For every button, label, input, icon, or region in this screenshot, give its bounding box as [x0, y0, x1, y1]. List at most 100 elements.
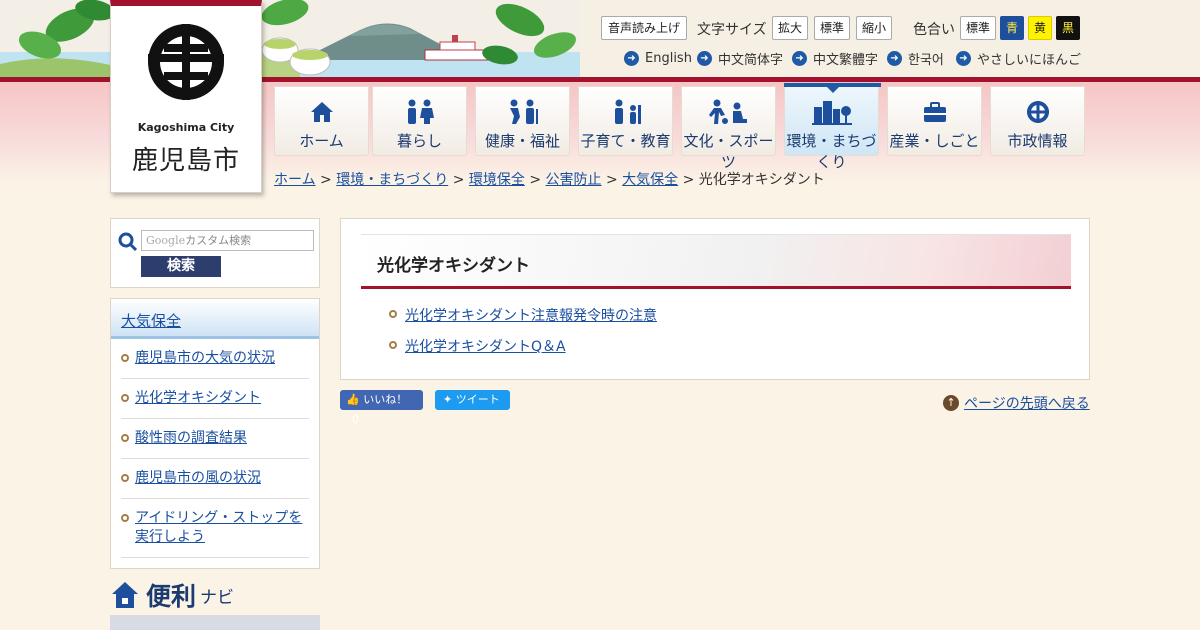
nav-label: 文化・スポーツ: [683, 132, 774, 171]
page-top-label[interactable]: ページの先頭へ戻る: [964, 393, 1090, 413]
content-link[interactable]: 光化学オキシダント注意報発令時の注意: [405, 308, 657, 324]
page-top-link[interactable]: ↑ ページの先頭へ戻る: [943, 393, 1090, 413]
culture-sports-icon: [682, 99, 775, 125]
search-button[interactable]: 検索: [141, 256, 221, 277]
nav-culture-sports[interactable]: 文化・スポーツ: [681, 86, 776, 171]
lang-english-link[interactable]: ➜ English: [624, 50, 692, 66]
arrow-right-icon: ➜: [887, 50, 902, 66]
tweet-label: ツイート: [455, 393, 500, 406]
side-menu-item: 光化学オキシダント: [121, 379, 309, 419]
text-size-smaller-button[interactable]: 縮小: [856, 16, 892, 40]
content-link-list: 光化学オキシダント注意報発令時の注意 光化学オキシダントQ＆A: [389, 305, 657, 367]
color-standard-button[interactable]: 標準: [960, 16, 996, 40]
page-title-bar: 光化学オキシダント: [361, 234, 1071, 289]
nav-label: 環境・まちづくり: [786, 132, 877, 171]
nav-label: 暮らし: [396, 132, 442, 150]
lang-label: やさしいにほんご: [977, 52, 1082, 68]
lang-easy-japanese-link[interactable]: ➜ やさしいにほんご: [956, 50, 1082, 68]
list-item: 光化学オキシダントQ＆A: [389, 336, 657, 356]
text-size-standard-button[interactable]: 標準: [814, 16, 850, 40]
lang-korean-link[interactable]: ➜ 한국어: [887, 50, 944, 68]
benri-navi-panel: [110, 615, 320, 630]
side-menu-link[interactable]: 鹿児島市の大気の状況: [135, 350, 275, 366]
nav-living[interactable]: 暮らし: [372, 86, 467, 156]
nav-health-welfare[interactable]: 健康・福祉: [475, 86, 570, 156]
city-emblem-icon: [991, 99, 1084, 125]
nav-label: 健康・福祉: [484, 132, 560, 150]
text-size-larger-button[interactable]: 拡大: [772, 16, 808, 40]
breadcrumb-link-air-conservation[interactable]: 大気保全: [622, 172, 678, 188]
health-welfare-icon: [476, 99, 569, 125]
search-icon: [118, 232, 138, 252]
color-blue-button[interactable]: 青: [1000, 16, 1024, 40]
nav-label: 子育て・教育: [580, 132, 671, 150]
nav-label: 産業・しごと: [889, 132, 980, 150]
side-menu: 大気保全 鹿児島市の大気の状況 光化学オキシダント 酸性雨の調査結果 鹿児島市の…: [110, 298, 320, 569]
nav-industry-work[interactable]: 産業・しごと: [887, 86, 982, 156]
city-emblem-icon: [148, 24, 224, 100]
content-link[interactable]: 光化学オキシダントQ＆A: [405, 339, 566, 355]
side-menu-link[interactable]: 鹿児島市の風の状況: [135, 470, 261, 486]
ring-bullet-icon: [121, 394, 129, 402]
search-input[interactable]: Googleカスタム検索: [141, 230, 314, 251]
nav-city-government[interactable]: 市政情報: [990, 86, 1085, 156]
color-yellow-button[interactable]: 黄: [1028, 16, 1052, 40]
family-icon: [373, 99, 466, 125]
side-menu-heading: 大気保全: [111, 299, 319, 339]
thumbs-up-icon: 👍: [346, 393, 360, 406]
like-label: いいね！: [363, 393, 408, 406]
arrow-right-icon: ➜: [792, 50, 807, 66]
ring-bullet-icon: [121, 354, 129, 362]
arrow-right-icon: ➜: [697, 50, 712, 66]
facebook-like-button[interactable]: 👍 いいね！ 0: [340, 390, 423, 426]
breadcrumb-link-pollution-prevention[interactable]: 公害防止: [546, 172, 602, 188]
side-menu-link[interactable]: アイドリング・ストップを実行しよう: [135, 510, 302, 545]
lang-chinese-traditional-link[interactable]: ➜ 中文繁體字: [792, 50, 878, 68]
site-name-en: Kagoshima City: [137, 121, 235, 134]
site-logo[interactable]: Kagoshima City 鹿児島市: [110, 0, 262, 193]
breadcrumb-link-environment-city[interactable]: 環境・まちづくり: [336, 172, 448, 188]
arrow-right-icon: ➜: [624, 50, 639, 66]
lang-label: English: [645, 50, 692, 66]
lang-label: 한국어: [908, 52, 944, 68]
side-menu-item: 鹿児島市の大気の状況: [121, 339, 309, 379]
side-menu-link[interactable]: 酸性雨の調査結果: [135, 430, 247, 446]
ring-bullet-icon: [389, 310, 397, 318]
nav-label: ホーム: [299, 132, 344, 150]
breadcrumb-separator: >: [452, 172, 465, 188]
home-icon: [275, 99, 368, 125]
ring-bullet-icon: [121, 474, 129, 482]
breadcrumb-link-home[interactable]: ホーム: [274, 172, 316, 188]
lang-chinese-simplified-link[interactable]: ➜ 中文简体字: [697, 50, 783, 68]
twitter-bird-icon: ✦: [443, 393, 453, 406]
tweet-button[interactable]: ✦ ツイート: [435, 390, 510, 410]
color-black-button[interactable]: 黒: [1056, 16, 1080, 40]
side-menu-link[interactable]: 光化学オキシダント: [135, 390, 261, 406]
breadcrumb-separator: >: [320, 172, 332, 188]
breadcrumb-separator: >: [682, 172, 695, 188]
arrow-up-icon: ↑: [943, 395, 959, 411]
text-size-label: 文字サイズ: [697, 22, 767, 38]
side-menu-item: アイドリング・ストップを実行しよう: [121, 499, 309, 558]
nav-environment-city[interactable]: 環境・まちづくり: [784, 83, 881, 171]
briefcase-icon: [888, 99, 981, 125]
breadcrumb-separator: >: [605, 172, 618, 188]
read-aloud-button[interactable]: 音声読み上げ: [601, 16, 687, 40]
benri-navi-heading: 便利 ナビ: [110, 578, 234, 612]
breadcrumb: ホーム > 環境・まちづくり > 環境保全 > 公害防止 > 大気保全 > 光化…: [274, 169, 825, 189]
side-menu-item: 鹿児島市の風の状況: [121, 459, 309, 499]
nav-home[interactable]: ホーム: [274, 86, 369, 156]
childcare-icon: [579, 99, 672, 125]
color-label: 色合い: [913, 22, 955, 38]
side-menu-item: 酸性雨の調査結果: [121, 419, 309, 459]
google-watermark: Google: [146, 234, 186, 247]
side-menu-heading-link[interactable]: 大気保全: [121, 312, 181, 330]
ring-bullet-icon: [389, 341, 397, 349]
breadcrumb-link-environment-conservation[interactable]: 環境保全: [469, 172, 525, 188]
site-name-ja: 鹿児島市: [131, 146, 240, 176]
main-content: 光化学オキシダント 光化学オキシダント注意報発令時の注意 光化学オキシダントQ＆…: [340, 218, 1090, 380]
breadcrumb-current: 光化学オキシダント: [698, 172, 825, 188]
benri-title: 便利: [146, 582, 197, 611]
nav-childcare-education[interactable]: 子育て・教育: [578, 86, 673, 156]
search-placeholder: カスタム検索: [185, 234, 252, 247]
